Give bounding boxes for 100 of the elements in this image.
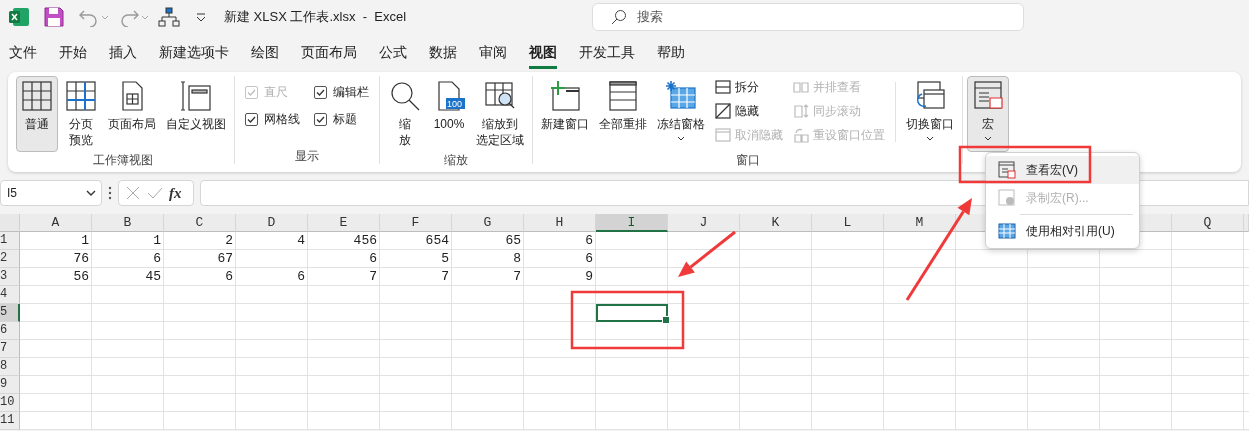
menu-item[interactable]: 使用相对引用(U)	[986, 217, 1139, 245]
ribbon-button[interactable]: 拆分	[715, 78, 783, 96]
table-cell-text: 45	[144, 268, 162, 286]
ribbon-button[interactable]: 普通	[16, 76, 58, 152]
checkbox[interactable]	[314, 86, 327, 99]
table-cell-text: 65	[504, 232, 522, 250]
row-header[interactable]: 1	[0, 232, 20, 250]
sync-scroll-icon	[793, 103, 809, 119]
column-header[interactable]: B	[92, 214, 164, 232]
ribbon-button[interactable]: 100 100%	[428, 76, 470, 152]
ribbon-button[interactable]: 隐藏	[715, 102, 783, 120]
row-header[interactable]: 7	[0, 340, 20, 358]
checkbox[interactable]	[245, 113, 258, 126]
split-icon	[715, 79, 731, 95]
ribbon-button[interactable]: 缩放到选定区域	[472, 76, 528, 152]
table-cell-text: 5	[440, 250, 450, 268]
column-header[interactable]: E	[308, 214, 380, 232]
checkbox[interactable]	[314, 113, 327, 126]
menu-tab[interactable]: 页面布局	[301, 37, 357, 69]
column-header[interactable]: M	[884, 214, 956, 232]
group-label: 缩放	[443, 152, 469, 168]
column-header[interactable]: A	[20, 214, 92, 232]
ribbon-button[interactable]: 缩放	[384, 76, 426, 152]
unhide-icon	[715, 127, 731, 143]
column-header[interactable]: K	[740, 214, 812, 232]
search-field[interactable]: 搜索	[592, 3, 1024, 31]
row-header[interactable]: 5	[0, 304, 20, 322]
name-box[interactable]: I5	[0, 180, 102, 206]
row-header[interactable]: 8	[0, 358, 20, 376]
table-cell-text: 6	[152, 250, 162, 268]
ribbon-button[interactable]: 分页预览	[60, 76, 102, 152]
table-cell-text: 6	[584, 250, 594, 268]
ribbon-button[interactable]: 页面布局	[104, 76, 160, 152]
table-cell-text: 7	[512, 268, 522, 286]
checkbox-option[interactable]: 网格线	[245, 111, 300, 128]
fill-handle[interactable]	[662, 316, 670, 324]
menu-tab[interactable]: 公式	[379, 37, 407, 69]
column-header[interactable]: I	[596, 214, 668, 232]
ribbon-button[interactable]: 切换窗口	[902, 76, 958, 152]
table-cell-text: 7	[368, 268, 378, 286]
column-header[interactable]: H	[524, 214, 596, 232]
row-header[interactable]: 3	[0, 268, 20, 286]
table-cell-text: 56	[72, 268, 90, 286]
ribbon-button[interactable]: 冻结窗格	[653, 76, 709, 152]
save-icon[interactable]	[42, 5, 66, 29]
ribbon-button[interactable]: 自定义视图	[162, 76, 230, 152]
group-label: 工作簿视图	[92, 152, 154, 168]
customize-toolbar-icon[interactable]	[194, 10, 208, 24]
table-cell-text: 76	[72, 250, 90, 268]
active-cell[interactable]	[596, 304, 668, 322]
excel-logo-icon[interactable]	[8, 6, 30, 28]
row-header[interactable]: 9	[0, 376, 20, 394]
column-header[interactable]: F	[380, 214, 452, 232]
checkbox-option[interactable]: 标题	[314, 111, 369, 128]
table-icon	[998, 222, 1016, 240]
hierarchy-icon[interactable]	[158, 6, 180, 28]
column-header[interactable]: C	[164, 214, 236, 232]
menu-item[interactable]: 查看宏(V)	[986, 156, 1139, 184]
column-header[interactable]: D	[236, 214, 308, 232]
arrow	[678, 230, 736, 277]
insert-function-button[interactable]: fx	[169, 184, 182, 202]
menu-tab[interactable]: 帮助	[657, 37, 685, 69]
table-cell-text: 456	[352, 232, 378, 250]
checkbox-option[interactable]: 编辑栏	[314, 84, 369, 101]
menu-tab[interactable]: 审阅	[479, 37, 507, 69]
macro-icon	[972, 80, 1004, 112]
menu-tab[interactable]: 绘图	[251, 37, 279, 69]
row-header[interactable]: 4	[0, 286, 20, 304]
row-header[interactable]: 11	[0, 412, 20, 430]
table-cell-text: 2	[224, 232, 234, 250]
table-cell-text: 6	[224, 268, 234, 286]
row-header[interactable]: 6	[0, 322, 20, 340]
menu-tab[interactable]: 插入	[109, 37, 137, 69]
column-header[interactable]: G	[452, 214, 524, 232]
ribbon-button[interactable]: 新建窗口	[537, 76, 593, 152]
ribbon-button[interactable]: 全部重排	[595, 76, 651, 152]
switch-window-icon	[914, 80, 946, 112]
table-cell-text: 6	[296, 268, 306, 286]
column-header[interactable]: J	[668, 214, 740, 232]
group-label: 显示	[294, 148, 320, 164]
menu-tab[interactable]: 文件	[9, 37, 37, 69]
ribbon-button[interactable]: 宏	[967, 76, 1009, 152]
table-cell-text: 654	[424, 232, 450, 250]
row-header[interactable]: 2	[0, 250, 20, 268]
menu-tab[interactable]: 数据	[429, 37, 457, 69]
reset-position-icon	[793, 127, 809, 143]
menu-tab[interactable]: 开始	[59, 37, 87, 69]
arrange-icon	[607, 80, 639, 112]
row-header[interactable]: 10	[0, 394, 20, 412]
side-by-side-icon	[793, 79, 809, 95]
record-icon	[998, 189, 1016, 207]
menu-tab[interactable]: 开发工具	[579, 37, 635, 69]
table-cell-text: 6	[584, 232, 594, 250]
more-icon[interactable]	[108, 186, 112, 200]
column-header[interactable]: Q	[1172, 214, 1244, 232]
zoom-level-label: 100	[447, 99, 463, 109]
search-icon	[389, 80, 421, 112]
column-header[interactable]: L	[812, 214, 884, 232]
menu-tab[interactable]: 新建选项卡	[159, 37, 229, 69]
menu-tab[interactable]: 视图	[529, 37, 557, 69]
